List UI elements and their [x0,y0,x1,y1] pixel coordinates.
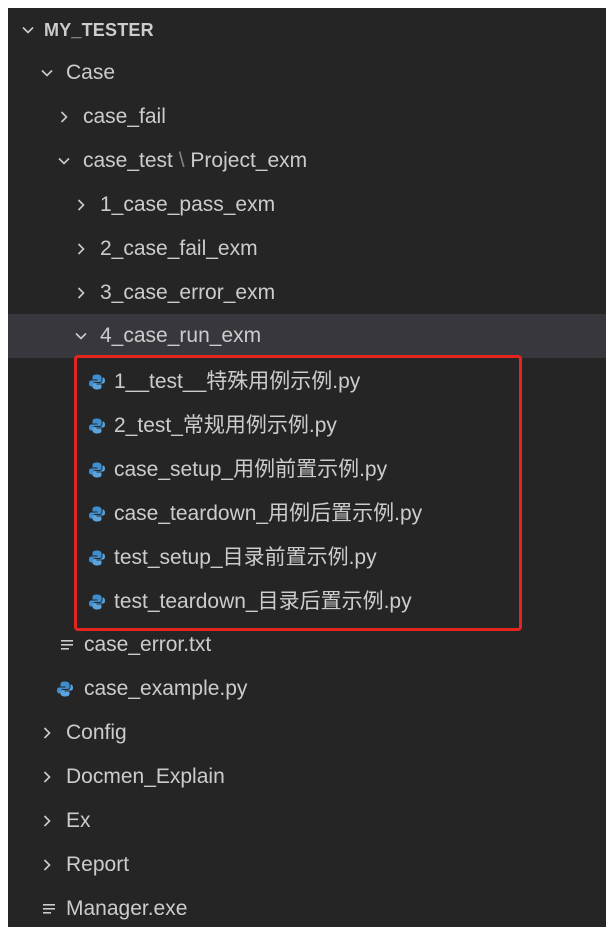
tree-item-label: 2_test_常规用例示例.py [114,414,337,437]
chevron-right-icon [37,799,57,843]
tree-folder-case-test[interactable]: case_test \ Project_exm [8,139,606,183]
tree-folder-case-fail[interactable]: case_fail [8,95,606,139]
tree-item-label: 3_case_error_exm [100,281,276,304]
root-folder-label: MY_TESTER [44,20,154,40]
chevron-down-icon [18,8,38,52]
tree-folder-case[interactable]: Case [8,51,606,95]
tree-item-label: 1__test__特殊用例示例.py [114,370,361,393]
tree-file-test-setup[interactable]: test_setup_目录前置示例.py [8,536,606,580]
explorer-root-folder[interactable]: MY_TESTER [8,8,606,52]
tree-file-case-error-txt[interactable]: case_error.txt [8,623,606,667]
text-file-icon [56,623,78,667]
tree-file-case-setup[interactable]: case_setup_用例前置示例.py [8,448,606,492]
tree-folder-docmen-explain[interactable]: Docmen_Explain [8,755,606,799]
text-file-icon [38,887,60,927]
tree-item-label: Report [66,853,130,876]
tree-item-label: case_error.txt [84,633,212,656]
tree-file-case-teardown[interactable]: case_teardown_用例后置示例.py [8,492,606,536]
tree-file-common-case-example[interactable]: 2_test_常规用例示例.py [8,404,606,448]
tree-item-label: test_teardown_目录后置示例.py [114,590,412,613]
tree-item-label: test_setup_目录前置示例.py [114,546,377,569]
tree-item-label: case_test [83,149,173,172]
python-file-icon [86,536,108,580]
tree-file-manager-exe[interactable]: Manager.exe [8,887,606,927]
python-file-icon [54,667,76,711]
chevron-right-icon [71,227,91,271]
tree-item-label: Manager.exe [66,897,188,920]
path-separator: \ [178,149,185,172]
chevron-right-icon [37,843,57,887]
tree-folder-report[interactable]: Report [8,843,606,887]
file-explorer: MY_TESTER Case case_fail case_test \ Pro… [8,8,606,927]
tree-folder-2-case-fail-exm[interactable]: 2_case_fail_exm [8,227,606,271]
chevron-right-icon [37,755,57,799]
python-file-icon [86,404,108,448]
chevron-right-icon [71,183,91,227]
python-file-icon [86,492,108,536]
tree-item-label: 2_case_fail_exm [100,237,258,260]
python-file-icon [86,580,108,624]
tree-folder-config[interactable]: Config [8,711,606,755]
tree-item-label-suffix: Project_exm [190,149,308,172]
tree-item-label: Ex [66,809,91,832]
python-file-icon [86,360,108,404]
tree-file-test-teardown[interactable]: test_teardown_目录后置示例.py [8,580,606,624]
tree-file-special-case-example[interactable]: 1__test__特殊用例示例.py [8,360,606,404]
chevron-down-icon [54,139,74,183]
tree-item-label: case_teardown_用例后置示例.py [114,502,423,525]
chevron-down-icon [71,314,91,358]
tree-item-label: Config [66,721,127,744]
tree-file-case-example-py[interactable]: case_example.py [8,667,606,711]
tree-folder-4-case-run-exm[interactable]: 4_case_run_exm [8,314,606,358]
chevron-down-icon [37,51,57,95]
tree-item-label: 4_case_run_exm [100,324,262,347]
chevron-right-icon [71,271,91,315]
python-file-icon [86,448,108,492]
tree-item-label: Case [66,61,116,84]
chevron-right-icon [54,95,74,139]
tree-item-label: 1_case_pass_exm [100,193,276,216]
tree-item-label: case_example.py [84,677,248,700]
chevron-right-icon [37,711,57,755]
tree-item-label: Docmen_Explain [66,765,225,788]
tree-folder-3-case-error-exm[interactable]: 3_case_error_exm [8,271,606,315]
tree-item-label: case_setup_用例前置示例.py [114,458,388,481]
tree-folder-1-case-pass-exm[interactable]: 1_case_pass_exm [8,183,606,227]
tree-folder-ex[interactable]: Ex [8,799,606,843]
tree-item-label: case_fail [83,105,166,128]
